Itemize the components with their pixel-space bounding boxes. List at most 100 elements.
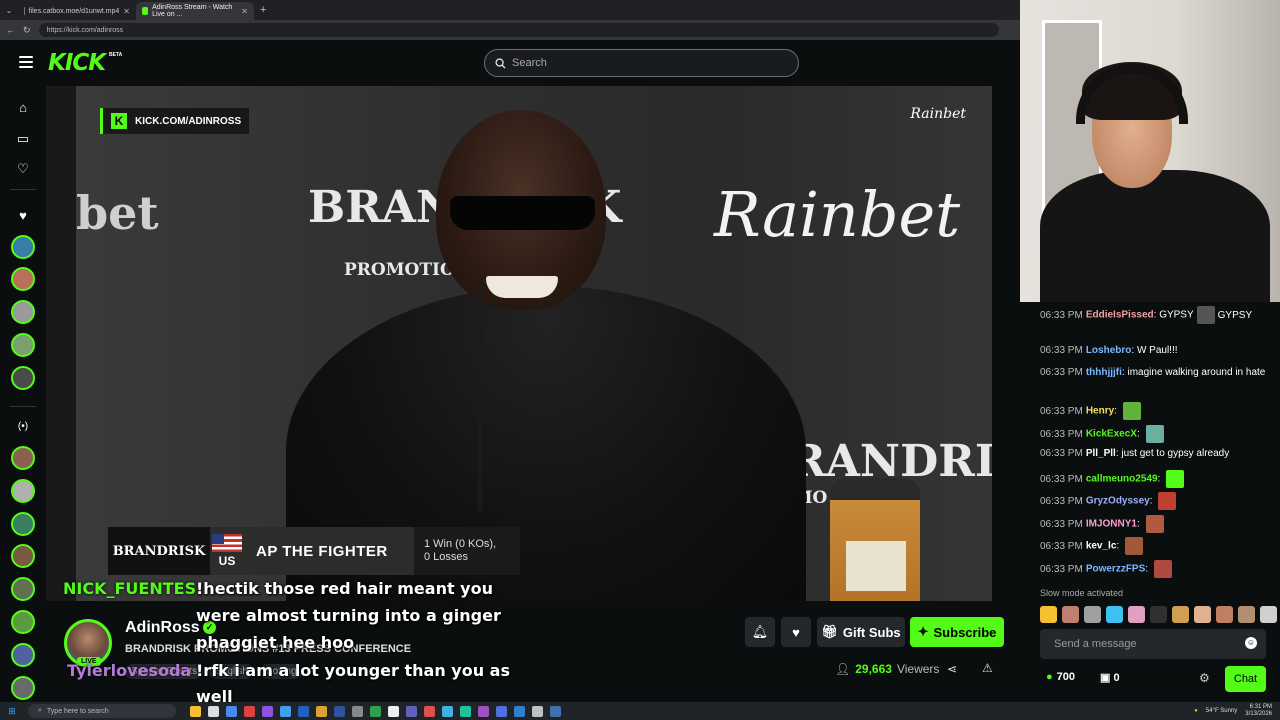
chat-timestamp: 06:33 PM <box>1040 518 1083 530</box>
menu-icon[interactable] <box>19 56 33 68</box>
chat-username[interactable]: KickExecX <box>1086 429 1137 440</box>
taskbar-app-icon[interactable] <box>316 705 327 717</box>
gift-counter[interactable]: ▣ 0 <box>1100 671 1120 684</box>
live-channel-avatar[interactable] <box>11 577 35 601</box>
chat-username[interactable]: Pll_Pll <box>1086 448 1116 459</box>
back-icon[interactable]: ← <box>6 25 15 35</box>
live-channel-avatar[interactable] <box>11 512 35 536</box>
taskbar-app-icon[interactable] <box>388 705 399 717</box>
browse-icon[interactable]: ▭ <box>15 131 31 147</box>
emote-icon[interactable] <box>1172 605 1189 623</box>
taskbar-app-icon[interactable] <box>262 705 273 717</box>
notification-bell-button[interactable]: 🔔︎ <box>745 617 775 647</box>
taskbar-app-icon[interactable] <box>532 705 543 717</box>
chat-message: 06:33 PM thhhjjjfi: imagine walking aroun… <box>1040 366 1272 380</box>
site-header: KICK BETA Search <box>0 40 1020 86</box>
chat-send-button[interactable]: Chat <box>1225 666 1266 692</box>
taskbar-app-icon[interactable] <box>424 705 435 717</box>
taskbar-app-icon[interactable] <box>208 705 219 717</box>
gift-subs-button[interactable]: 🎁︎ Gift Subs <box>817 617 905 647</box>
emote-icon[interactable] <box>1040 605 1057 623</box>
taskbar-app-icon[interactable] <box>550 705 561 717</box>
emote-icon[interactable] <box>1128 605 1145 623</box>
channel-points[interactable]: ● 700 <box>1046 671 1075 683</box>
emote-icon[interactable] <box>1150 605 1167 623</box>
chat-settings-icon[interactable]: ⚙ <box>1199 671 1210 685</box>
tab-catbox[interactable]: files.catbox.moe/d1unwt.mp4 ✕ <box>18 2 136 20</box>
live-channel-avatar[interactable] <box>11 544 35 568</box>
followed-channel-avatar[interactable] <box>11 300 35 324</box>
chat-username[interactable]: GryzOdyssey <box>1086 496 1150 507</box>
streamer-name[interactable]: AdinRoss <box>125 619 200 637</box>
sidebar-divider <box>10 189 36 190</box>
report-icon[interactable]: ⚠ <box>982 661 993 675</box>
taskbar-app-icon[interactable] <box>442 705 453 717</box>
live-channel-avatar[interactable] <box>11 643 35 667</box>
clock[interactable]: 6:31 PM 3/13/2026 <box>1245 704 1272 718</box>
taskbar-apps <box>190 705 561 717</box>
close-tab-icon[interactable]: ✕ <box>241 7 248 16</box>
tab-kick[interactable]: AdinRoss Stream - Watch Live on ... ✕ <box>136 2 254 20</box>
live-channel-avatar[interactable] <box>11 610 35 634</box>
tab-list-chevron-icon[interactable]: ⌄ <box>0 6 18 15</box>
gift-subs-label: Gift Subs <box>842 624 901 640</box>
chat-username[interactable]: callmeuno2549 <box>1086 474 1158 485</box>
url-field[interactable]: https://kick.com/adinross <box>38 23 999 37</box>
chat-username[interactable]: IMJONNY1 <box>1086 519 1137 530</box>
taskbar-app-icon[interactable] <box>334 705 345 717</box>
taskbar-app-icon[interactable] <box>406 705 417 717</box>
taskbar-app-icon[interactable] <box>244 705 255 717</box>
chat-username[interactable]: kev_lc <box>1086 541 1117 552</box>
subscribe-button[interactable]: ✦ Subscribe <box>910 617 1004 647</box>
emote-icon[interactable] <box>1194 605 1211 623</box>
video-player[interactable]: bet BRANDRISK PROMOTION Rainbet BRANDRIS… <box>46 86 992 601</box>
live-channel-avatar[interactable] <box>11 676 35 700</box>
live-channel-avatar[interactable] <box>11 479 35 503</box>
follow-button[interactable]: ♥ <box>781 617 811 647</box>
emote-icon[interactable] <box>1106 605 1123 623</box>
taskbar-app-icon[interactable] <box>370 705 381 717</box>
emote-icon[interactable] <box>1216 605 1233 623</box>
chat-timestamp: 06:33 PM <box>1040 367 1083 378</box>
home-icon[interactable]: ⌂ <box>15 100 31 116</box>
chat-username[interactable]: thhhjjjfi <box>1086 367 1122 378</box>
heart-icon[interactable]: ♡ <box>15 161 31 177</box>
chat-message-input[interactable]: Send a message ☺ <box>1040 629 1266 659</box>
fighter-record: 1 Win (0 KOs), 0 Losses <box>414 527 520 575</box>
followed-channel-avatar[interactable] <box>11 267 35 291</box>
followed-channel-avatar[interactable] <box>11 235 35 259</box>
kick-logo[interactable]: KICK <box>48 50 106 76</box>
taskbar-app-icon[interactable] <box>460 705 471 717</box>
taskbar-search-input[interactable]: ⌕ Type here to search <box>28 704 176 718</box>
taskbar-app-icon[interactable] <box>298 705 309 717</box>
followed-channel-avatar[interactable] <box>11 333 35 357</box>
followed-channel-avatar[interactable] <box>11 366 35 390</box>
chat-username[interactable]: Henry <box>1086 406 1114 417</box>
overlay-chat-line: !rfk i am a lot younger than you as <box>196 661 510 680</box>
taskbar-app-icon[interactable] <box>190 705 201 717</box>
close-tab-icon[interactable]: ✕ <box>123 7 130 16</box>
live-channel-avatar[interactable] <box>11 446 35 470</box>
taskbar-app-icon[interactable] <box>514 705 525 717</box>
taskbar-app-icon[interactable] <box>280 705 291 717</box>
taskbar-app-icon[interactable] <box>226 705 237 717</box>
stream-info-bar: LIVE AdinRoss ✓ BRANDRISK PROMOTIONS #13… <box>46 601 1020 702</box>
reload-icon[interactable]: ↻ <box>23 25 31 36</box>
windows-start-icon[interactable]: ⊞ <box>4 706 20 717</box>
new-tab-icon[interactable]: + <box>260 4 266 16</box>
taskbar-app-icon[interactable] <box>478 705 489 717</box>
chat-username[interactable]: PowerzzFPS <box>1086 564 1145 575</box>
emote-icon[interactable] <box>1260 605 1277 623</box>
taskbar-app-icon[interactable] <box>496 705 507 717</box>
chat-message: 06:33 PM KickExecX: <box>1040 425 1272 443</box>
emote-icon[interactable] <box>1238 605 1255 623</box>
share-icon[interactable]: ⋖ <box>947 662 957 676</box>
search-input[interactable]: Search <box>484 49 799 77</box>
chat-username[interactable]: Loshebro <box>1086 345 1132 356</box>
chat-username[interactable]: EddieIsPissed <box>1086 310 1154 321</box>
taskbar-app-icon[interactable] <box>352 705 363 717</box>
emote-icon[interactable] <box>1084 605 1101 623</box>
emote-icon[interactable] <box>1062 605 1079 623</box>
star-icon: ✦ <box>917 624 929 639</box>
emoji-picker-icon[interactable]: ☺ <box>1245 637 1257 649</box>
